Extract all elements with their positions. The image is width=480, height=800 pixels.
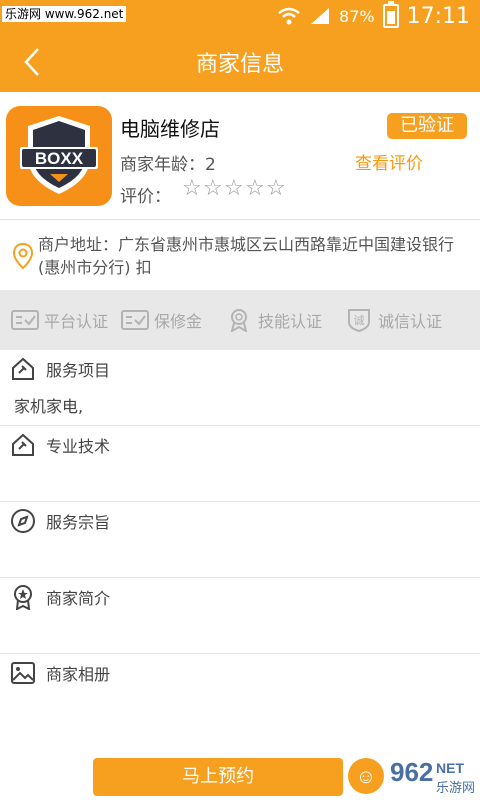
cert-honesty: 诚 诚信认证 <box>344 308 442 332</box>
svg-text:☺: ☺ <box>356 766 376 788</box>
certification-bar: 平台认证 保修金 技能认证 诚 诚信认证 <box>0 290 480 350</box>
service-icon <box>12 357 34 380</box>
warranty-icon <box>121 310 150 330</box>
section-title: 专业技术 <box>46 437 111 456</box>
signal-icon <box>311 8 330 24</box>
compass-icon <box>11 509 35 533</box>
page-title: 商家信息 <box>195 52 284 77</box>
cert-label: 技能认证 <box>258 312 323 331</box>
star-icon: ☆ <box>203 176 223 201</box>
profile-icon <box>14 585 32 610</box>
star-icon: ☆ <box>224 176 244 201</box>
watermark-label: 乐游网 www.962.net <box>2 6 127 22</box>
album-icon <box>11 662 35 684</box>
star-icon: ☆ <box>266 176 286 201</box>
cert-skill: 技能认证 <box>224 308 322 332</box>
view-reviews-link[interactable]: 查看评价 <box>355 149 423 174</box>
site-watermark-logo: ☺ 962 NET 乐游网 <box>348 757 475 796</box>
section-title: 服务宗旨 <box>46 513 111 532</box>
rating-stars: ☆ ☆ ☆ ☆ ☆ <box>182 178 286 200</box>
logo-sub: 乐游网 <box>436 781 475 796</box>
detail-sections: 服务项目 家机家电, 专业技术 服务宗旨 商家简介 商家相册 <box>0 350 480 729</box>
shop-name: 电脑维修店 <box>120 117 220 141</box>
star-icon: ☆ <box>245 176 265 201</box>
logo-domain: NET <box>436 760 464 776</box>
cert-label: 平台认证 <box>44 312 109 331</box>
wifi-icon <box>278 7 300 25</box>
merchant-logo: BOXX <box>6 106 112 206</box>
section-title: 服务项目 <box>46 361 111 380</box>
battery-icon <box>382 1 399 28</box>
svg-text:诚: 诚 <box>354 314 365 327</box>
logo-text: BOXX <box>35 149 84 168</box>
status-right: 87% 17:11 <box>277 1 470 30</box>
verified-badge: 已验证 <box>387 113 467 139</box>
section-title: 商家相册 <box>46 665 111 684</box>
book-now-button[interactable]: 马上预约 <box>93 758 343 796</box>
nav-bar: 商家信息 <box>0 32 480 92</box>
cert-warranty: 保修金 <box>120 308 202 332</box>
cert-platform: 平台认证 <box>10 308 108 332</box>
section-expertise: 专业技术 <box>0 426 480 502</box>
status-bar: 乐游网 www.962.net 87% 17:11 <box>0 0 480 32</box>
divider <box>0 219 480 220</box>
clock: 17:11 <box>406 3 470 29</box>
star-icon: ☆ <box>182 176 202 201</box>
battery-percent: 87% <box>339 6 375 26</box>
cert-label: 诚信认证 <box>378 312 443 331</box>
cert-label: 保修金 <box>154 312 203 331</box>
logo-number: 962 <box>390 757 433 787</box>
section-content: 家机家电, <box>14 397 84 416</box>
tech-icon <box>12 433 34 456</box>
award-icon <box>230 309 248 332</box>
section-profile: 商家简介 <box>0 578 480 654</box>
certificate-icon <box>11 310 39 330</box>
merchant-address: 商户地址：广东省惠州市惠城区云山西路靠近中国建设银行(惠州市分行) 扣 <box>38 235 455 277</box>
section-title: 商家简介 <box>46 589 111 608</box>
section-album: 商家相册 <box>0 654 480 729</box>
merchant-age: 商家年龄：2 <box>120 155 216 175</box>
honesty-icon: 诚 <box>348 309 371 332</box>
rating-label: 评价： <box>120 187 171 207</box>
location-pin-icon <box>12 242 34 270</box>
section-service-items: 服务项目 家机家电, <box>0 350 480 426</box>
section-service-purpose: 服务宗旨 <box>0 502 480 578</box>
